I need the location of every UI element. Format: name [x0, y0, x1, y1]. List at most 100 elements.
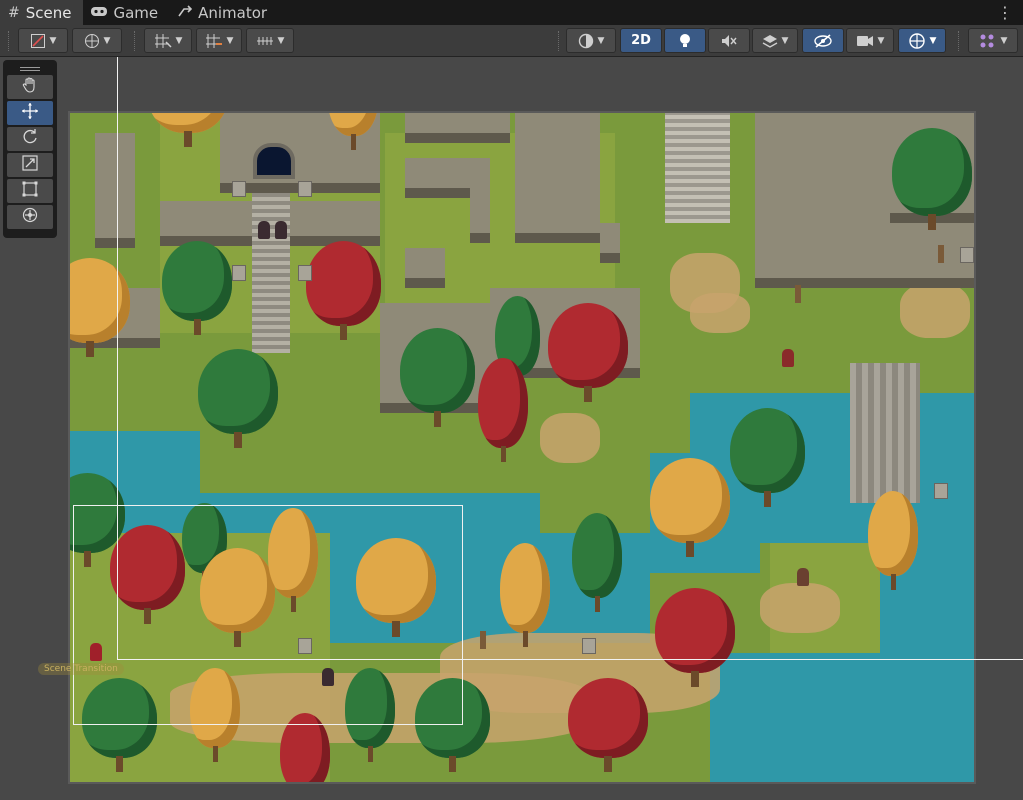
stone-lantern	[232, 181, 246, 197]
increment-snap-icon	[205, 33, 223, 49]
scene-transition-trigger[interactable]	[73, 505, 463, 725]
draw-mode-dropdown[interactable]: ▼	[18, 28, 68, 53]
tree-yellow	[500, 543, 550, 647]
shading-sphere-icon	[578, 33, 594, 49]
rulers-dropdown[interactable]: ▼	[246, 28, 294, 53]
tree-yellow	[650, 458, 730, 557]
lightbulb-icon	[678, 33, 692, 49]
scale-icon	[21, 154, 39, 176]
cliff-block	[600, 223, 620, 263]
rotate-icon	[21, 128, 39, 150]
stone-stairs	[252, 193, 290, 353]
chevron-down-icon: ▼	[49, 35, 57, 46]
toggle-audio-button[interactable]	[708, 28, 750, 53]
signpost	[938, 245, 944, 263]
npc-character	[797, 568, 809, 586]
hand-tool-button[interactable]	[7, 75, 53, 99]
signpost	[795, 285, 801, 303]
stone-lantern	[298, 181, 312, 197]
stone-bridge	[850, 363, 920, 503]
tree-red	[655, 588, 735, 687]
grid-icon: #	[8, 4, 20, 21]
more-options-icon[interactable]: ⋮	[997, 3, 1013, 22]
tab-scene-label: Scene	[25, 3, 72, 22]
rect-transform-icon	[21, 180, 39, 202]
stone-stairs	[665, 113, 730, 223]
globe-icon	[84, 33, 100, 49]
scene-visibility-button[interactable]	[802, 28, 844, 53]
toggle-2d-label: 2D	[631, 33, 651, 48]
ruler-icon	[256, 34, 274, 48]
cliff-block	[515, 113, 600, 243]
tab-animator[interactable]: Animator	[170, 0, 279, 25]
chevron-down-icon: ▼	[277, 35, 285, 46]
tree-green	[892, 128, 972, 230]
overlay-drag-handle[interactable]	[7, 64, 53, 73]
cliff-block	[405, 248, 445, 288]
chevron-down-icon: ▼	[1000, 35, 1008, 46]
npc-guard	[258, 221, 270, 239]
tree-green	[162, 241, 232, 335]
chevron-down-icon: ▼	[877, 35, 885, 46]
tree-red	[306, 241, 381, 340]
dirt-patch	[900, 283, 970, 338]
tree-red	[548, 303, 628, 402]
eye-crossed-icon	[814, 33, 832, 48]
global-local-dropdown[interactable]: ▼	[72, 28, 122, 53]
transform-icon	[21, 206, 39, 228]
scene-camera-dropdown[interactable]: ▼	[846, 28, 894, 53]
toggle-lighting-button[interactable]	[664, 28, 706, 53]
cave-entrance	[253, 143, 295, 179]
scene-viewport[interactable]: Scene Transition	[0, 57, 1023, 800]
shading-mode-dropdown[interactable]: ▼	[566, 28, 616, 53]
window-tab-bar: # Scene Game Animator ⋮	[0, 0, 1023, 25]
camera-icon	[856, 35, 874, 47]
overlays-dropdown[interactable]: ▼	[968, 28, 1018, 53]
stone-lantern	[232, 265, 246, 281]
stone-lantern	[582, 638, 596, 654]
chevron-down-icon: ▼	[929, 35, 937, 46]
gizmos-dropdown[interactable]: ▼	[898, 28, 946, 53]
increment-snap-dropdown[interactable]: ▼	[196, 28, 242, 53]
tree-green	[572, 513, 622, 612]
tools-overlay	[3, 60, 57, 238]
signpost	[480, 631, 486, 649]
hand-icon	[21, 76, 39, 98]
tree-green	[198, 349, 278, 448]
npc-guard	[275, 221, 287, 239]
npc-character	[782, 349, 794, 367]
toolbar-grip	[134, 31, 137, 51]
dirt-patch	[540, 413, 600, 463]
scene-toolbar: ▼ ▼ ▼ ▼ ▼ ▼ 2D ▼ ▼ ▼ ▼	[0, 25, 1023, 57]
effects-dropdown[interactable]: ▼	[752, 28, 798, 53]
cliff-block	[95, 133, 135, 248]
move-arrows-icon	[21, 102, 39, 124]
toggle-2d-button[interactable]: 2D	[620, 28, 662, 53]
overlays-icon	[979, 33, 997, 49]
cliff-block	[405, 113, 510, 143]
tree-yellow	[70, 258, 130, 357]
scale-tool-button[interactable]	[7, 153, 53, 177]
toolbar-grip	[8, 31, 11, 51]
grid-snap-icon	[154, 33, 172, 49]
toolbar-grip	[558, 31, 561, 51]
rect-tool-button[interactable]	[7, 179, 53, 203]
grid-snapping-dropdown[interactable]: ▼	[144, 28, 192, 53]
tab-game[interactable]: Game	[83, 0, 170, 25]
chevron-down-icon: ▼	[175, 35, 183, 46]
mute-icon	[721, 34, 737, 48]
tab-scene[interactable]: # Scene	[0, 0, 84, 25]
stone-lantern	[298, 265, 312, 281]
animator-icon	[178, 4, 193, 21]
move-tool-button[interactable]	[7, 101, 53, 125]
draw-mode-icon	[30, 33, 46, 49]
layers-icon	[762, 34, 778, 48]
rotate-tool-button[interactable]	[7, 127, 53, 151]
chevron-down-icon: ▼	[226, 35, 234, 46]
chevron-down-icon: ▼	[103, 35, 111, 46]
tree-green	[400, 328, 475, 427]
transform-tool-button[interactable]	[7, 205, 53, 229]
gamepad-icon	[91, 5, 108, 21]
tree-red	[478, 358, 528, 462]
tree-green	[730, 408, 805, 507]
